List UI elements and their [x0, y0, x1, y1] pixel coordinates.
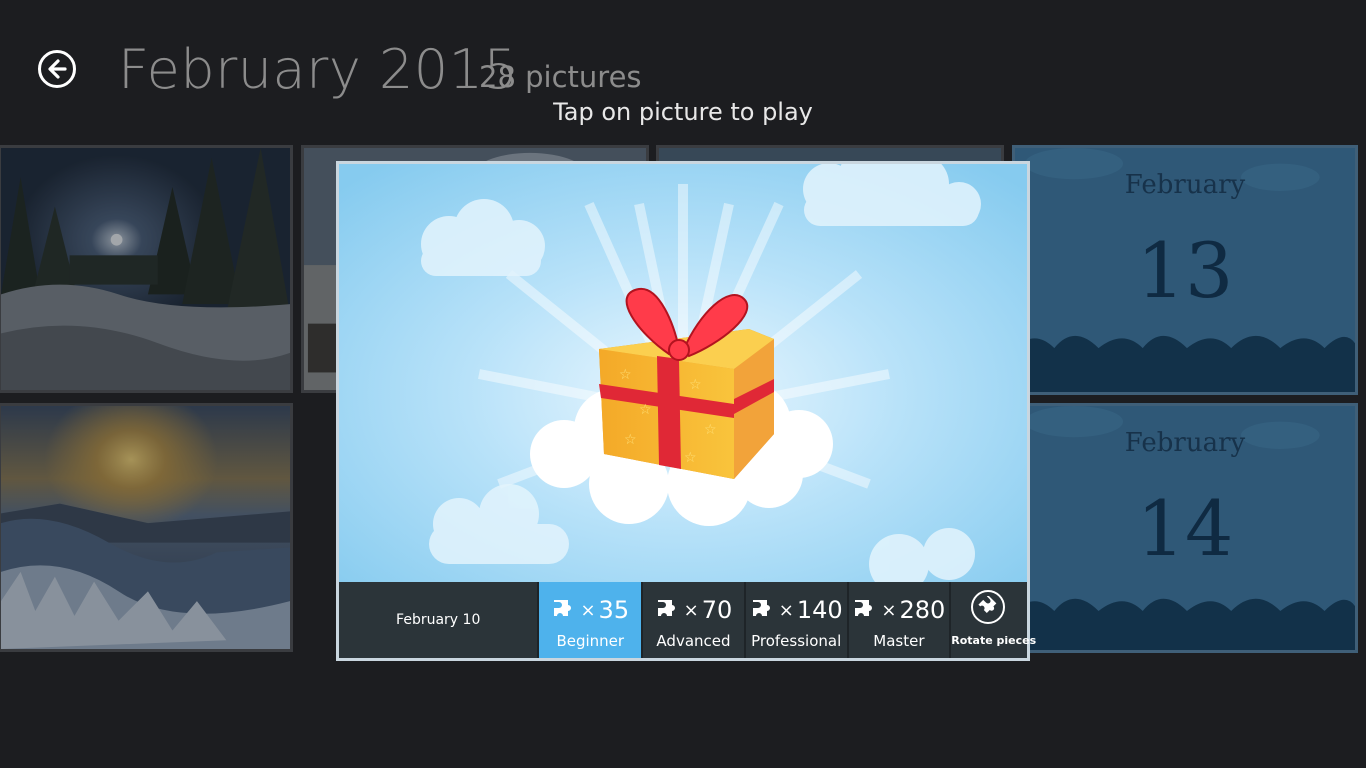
puzzle-piece-icon	[752, 600, 770, 616]
picture-tile-february-13[interactable]: February 13	[1012, 145, 1358, 395]
times-sign: ×	[683, 599, 699, 621]
selected-picture[interactable]: ☆ ☆ ☆ ☆ ☆ ☆	[339, 164, 1027, 582]
piece-count: 140	[796, 596, 843, 624]
svg-text:☆: ☆	[684, 450, 697, 466]
svg-text:☆: ☆	[624, 432, 637, 448]
picture-count: 28 pictures	[479, 60, 642, 94]
picture-name: February 10	[339, 582, 540, 658]
svg-text:☆: ☆	[689, 377, 702, 393]
frost-sunrise-image	[1, 406, 290, 649]
picture-tile-frost-sunrise[interactable]	[0, 403, 293, 652]
times-sign: ×	[580, 599, 596, 621]
puzzle-start-popup: ☆ ☆ ☆ ☆ ☆ ☆ February 10 × 35 Beginner × 70 A…	[336, 161, 1037, 661]
puzzle-piece-icon	[855, 600, 873, 616]
level-label: Beginner	[556, 632, 625, 650]
page-title: February 2015	[118, 38, 519, 101]
level-master-button[interactable]: × 280 Master	[848, 582, 952, 658]
level-label: Advanced	[656, 632, 731, 650]
calendar-day: 13	[1136, 226, 1234, 315]
piece-count: 35	[598, 596, 630, 624]
level-professional-button[interactable]: × 140 Professional	[745, 582, 849, 658]
piece-count: 70	[701, 596, 733, 624]
calendar-month: February	[1124, 170, 1246, 200]
level-advanced-button[interactable]: × 70 Advanced	[643, 582, 746, 658]
calendar-day: 14	[1136, 484, 1234, 573]
gift-box-image: ☆☆☆ ☆☆☆	[339, 164, 1027, 582]
svg-text:☆: ☆	[619, 367, 632, 383]
svg-text:☆: ☆	[704, 422, 717, 438]
back-button[interactable]	[38, 50, 76, 88]
snow-forest-image	[1, 148, 290, 390]
times-sign: ×	[881, 599, 897, 621]
rotate-puzzle-icon	[971, 590, 1006, 624]
puzzle-piece-icon	[554, 600, 572, 616]
piece-count: 280	[899, 596, 946, 624]
picture-tile-snow-forest[interactable]	[0, 145, 293, 393]
calendar-month: February	[1124, 428, 1246, 458]
rotate-pieces-toggle[interactable]: Rotate pieces	[951, 582, 1037, 658]
level-label: Master	[873, 632, 925, 650]
puzzle-piece-icon	[657, 600, 675, 616]
picture-tile-february-14[interactable]: February 14	[1012, 403, 1358, 653]
svg-text:☆: ☆	[639, 402, 652, 418]
times-sign: ×	[778, 599, 794, 621]
level-label: Professional	[751, 632, 842, 650]
back-arrow-icon	[48, 59, 67, 79]
difficulty-bar: February 10 × 35 Beginner × 70 Advanced …	[339, 582, 1037, 658]
level-beginner-button[interactable]: × 35 Beginner	[539, 582, 644, 658]
rotate-pieces-label: Rotate pieces	[951, 634, 1037, 647]
instruction-text: Tap on picture to play	[553, 98, 813, 126]
